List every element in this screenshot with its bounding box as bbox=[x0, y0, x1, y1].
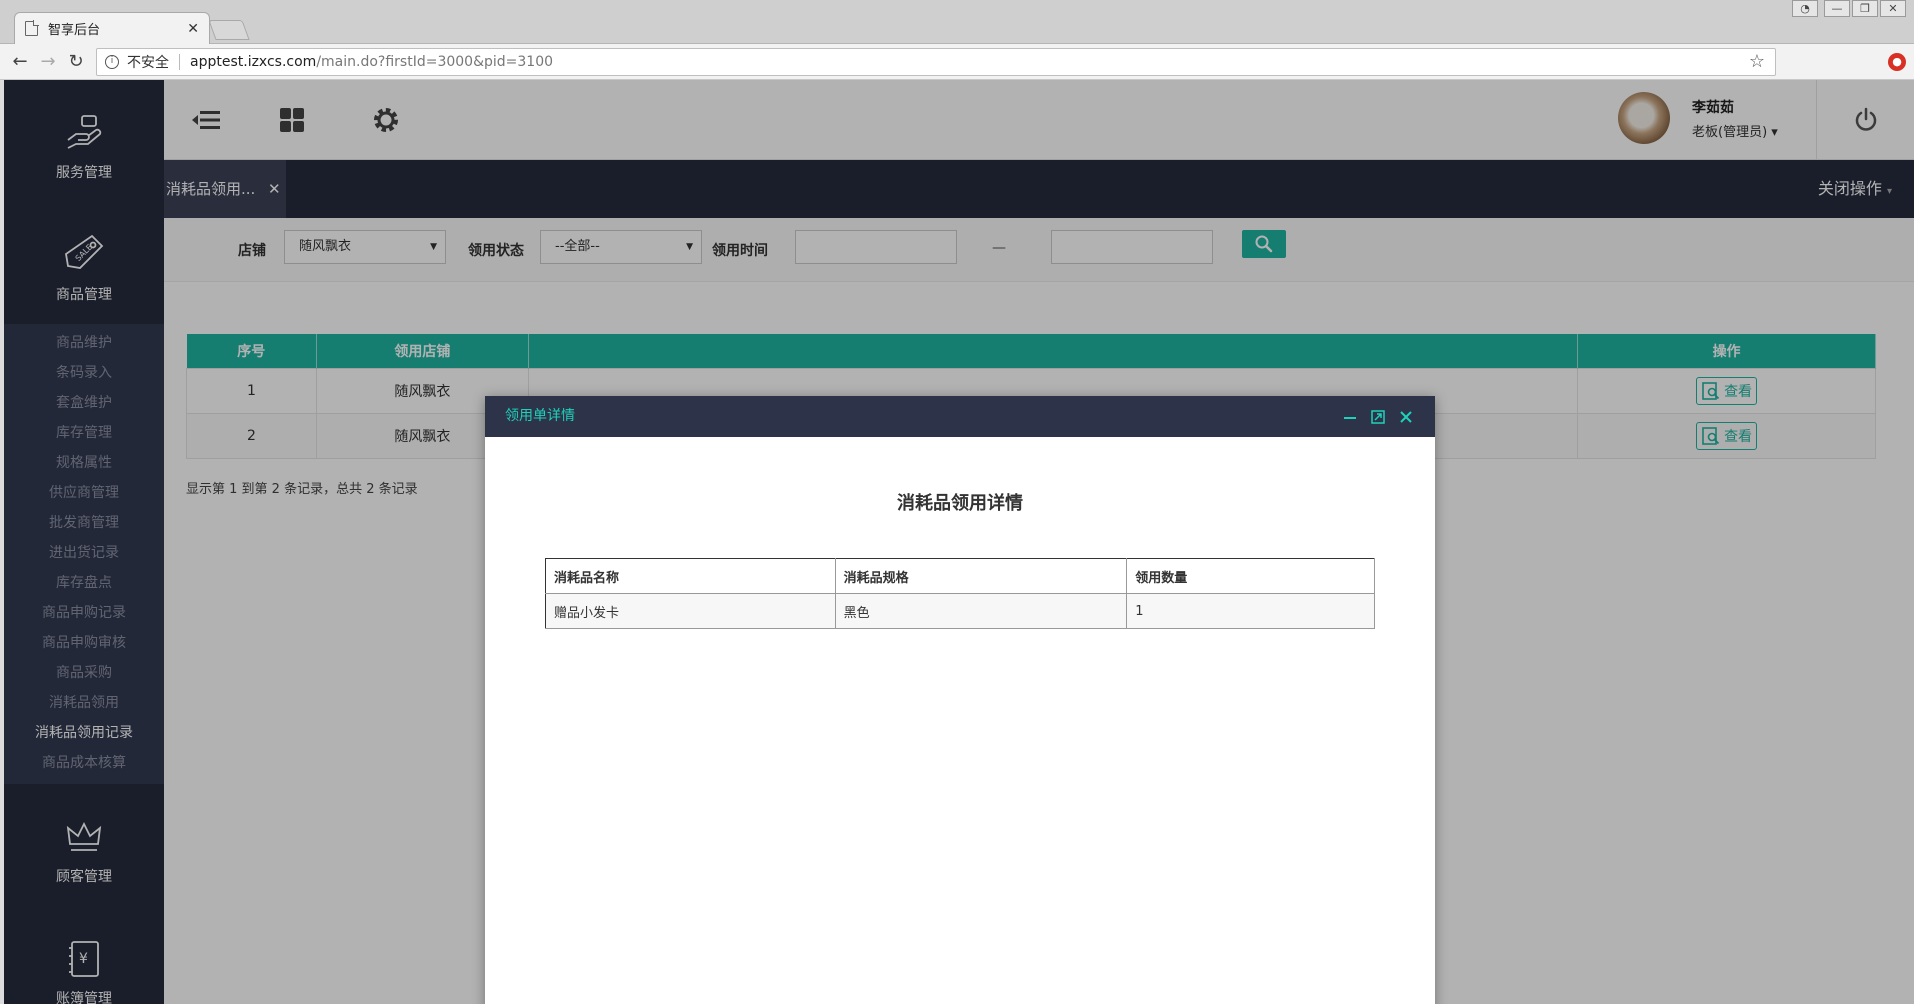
back-icon[interactable]: ← bbox=[8, 50, 32, 74]
detail-cell-name: 赠品小发卡 bbox=[545, 593, 836, 629]
modal-window-tools bbox=[1343, 396, 1413, 437]
modal-header-title: 领用单详情 bbox=[505, 408, 575, 424]
url-input[interactable]: i 不安全 apptest.izxcs.com /main.do?firstId… bbox=[96, 48, 1776, 76]
minimize-icon[interactable]: — bbox=[1824, 0, 1850, 17]
page-icon bbox=[25, 20, 39, 36]
app: 服务管理 SALE 商品管理 商品维护 条码录入 套盒维护 库存管理 规格属性 … bbox=[4, 80, 1914, 1004]
reload-icon[interactable]: ↻ bbox=[64, 50, 88, 74]
browser-tab-title: 智享后台 bbox=[48, 23, 101, 38]
minimize-icon[interactable] bbox=[1343, 410, 1357, 424]
window-controls: ◔ — ❐ ✕ bbox=[1790, 0, 1906, 18]
url-separator bbox=[179, 54, 180, 70]
detail-column-qty: 领用数量 bbox=[1126, 558, 1375, 594]
detail-column-name: 消耗品名称 bbox=[545, 558, 836, 594]
forward-icon[interactable]: → bbox=[36, 50, 60, 74]
browser-tab[interactable]: 智享后台 ✕ bbox=[14, 12, 210, 44]
profile-icon[interactable]: ◔ bbox=[1792, 0, 1818, 17]
close-window-icon[interactable]: ✕ bbox=[1880, 0, 1906, 17]
address-bar: ← → ↻ i 不安全 apptest.izxcs.com /main.do?f… bbox=[0, 44, 1914, 80]
maximize-icon[interactable]: ❐ bbox=[1852, 0, 1878, 17]
tab-close-icon[interactable]: ✕ bbox=[187, 21, 199, 37]
detail-modal: 领用单详情 消耗品领用详情 消耗品名称 消耗品规格 领用数量 赠品小发卡 黑色 … bbox=[485, 396, 1435, 1004]
extension-icon[interactable]: ● bbox=[1888, 53, 1906, 71]
detail-header-row: 消耗品名称 消耗品规格 领用数量 bbox=[545, 558, 1375, 594]
url-path: /main.do?firstId=3000&pid=3100 bbox=[316, 54, 554, 70]
new-tab-button[interactable] bbox=[208, 20, 250, 40]
url-host: apptest.izxcs.com bbox=[190, 54, 317, 70]
consumable-detail-table: 消耗品名称 消耗品规格 领用数量 赠品小发卡 黑色 1 bbox=[545, 558, 1375, 629]
detail-cell-spec: 黑色 bbox=[835, 593, 1128, 629]
modal-title: 消耗品领用详情 bbox=[897, 493, 1023, 514]
table-row: 赠品小发卡 黑色 1 bbox=[545, 593, 1375, 629]
browser-titlebar: 智享后台 ✕ ◔ — ❐ ✕ bbox=[0, 0, 1914, 44]
security-label: 不安全 bbox=[127, 55, 169, 71]
detail-column-spec: 消耗品规格 bbox=[835, 558, 1128, 594]
close-icon[interactable] bbox=[1399, 410, 1413, 424]
modal-header: 领用单详情 bbox=[485, 396, 1435, 437]
detail-cell-qty: 1 bbox=[1126, 593, 1375, 629]
bookmark-star-icon[interactable]: ☆ bbox=[1749, 51, 1765, 72]
info-icon[interactable]: i bbox=[105, 55, 119, 69]
maximize-icon[interactable] bbox=[1371, 409, 1385, 424]
